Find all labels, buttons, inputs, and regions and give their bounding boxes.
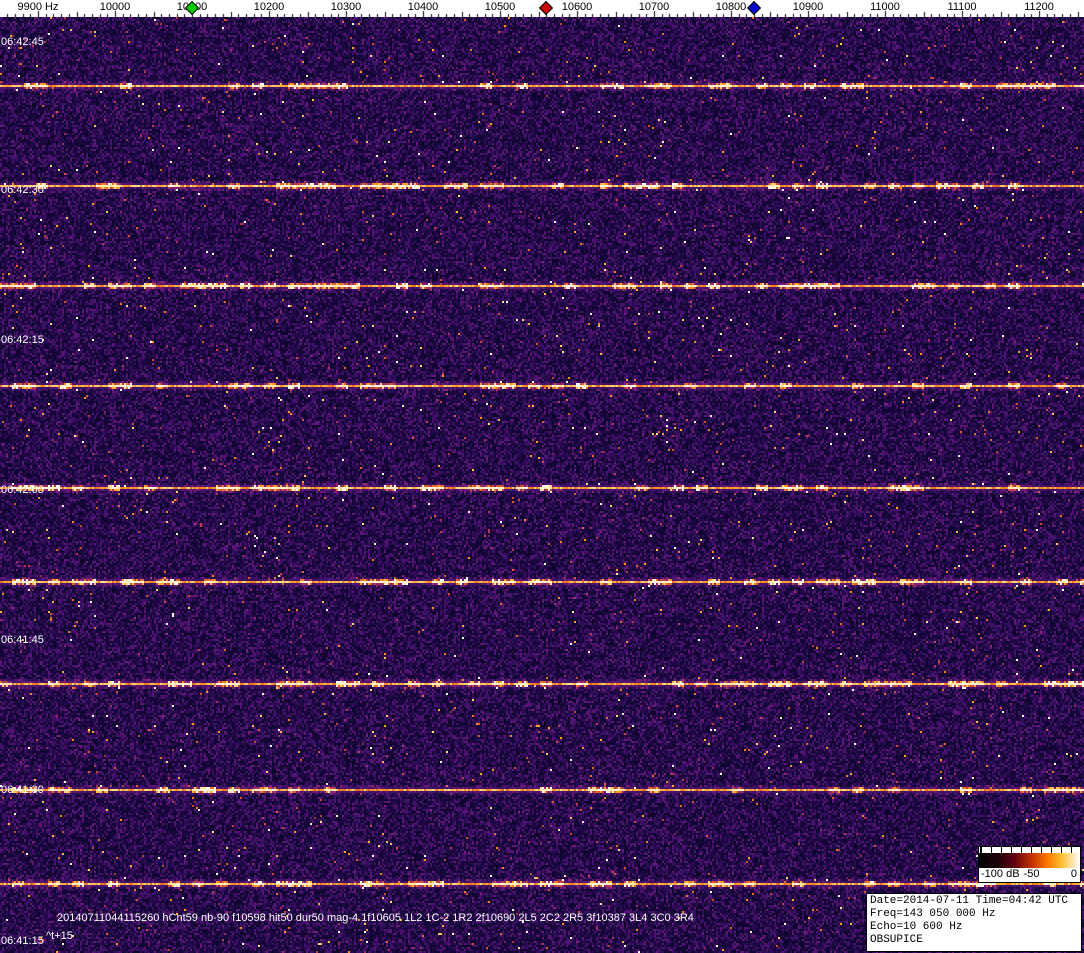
spectrogram-area[interactable] xyxy=(0,17,1084,953)
db-scale-gradient xyxy=(979,853,1080,868)
freq-tick-label: 10900 xyxy=(792,1,824,13)
freq-tick-label: 10300 xyxy=(330,1,362,13)
db-scale-min-label: -100 dB xyxy=(981,868,1020,880)
info-line: Echo=10 600 Hz xyxy=(870,921,963,933)
freq-tick-label: 10400 xyxy=(407,1,439,13)
db-scale-max-label: 0 xyxy=(1070,868,1077,880)
freq-tick-label: 10000 xyxy=(99,1,131,13)
frequency-ruler: 9900 Hz100001010010200103001040010500106… xyxy=(0,0,1084,17)
spectrogram-canvas[interactable] xyxy=(0,17,1084,953)
info-line: Freq=143 050 000 Hz xyxy=(870,908,996,920)
freq-tick-label: 10600 xyxy=(561,1,593,13)
observation-info-box: Date=2014-07-11 Time=04:42 UTC Freq=143 0… xyxy=(866,893,1082,952)
freq-tick-label: 10200 xyxy=(253,1,285,13)
freq-tick-label: 10500 xyxy=(484,1,516,13)
info-line: OBSUPICE xyxy=(870,934,923,946)
freq-tick-label: 11000 xyxy=(870,1,900,13)
freq-tick-label: 11100 xyxy=(947,1,977,13)
freq-tick-label: 11200 xyxy=(1024,1,1054,13)
db-color-scale: -100 dB -50 0 xyxy=(978,846,1081,883)
freq-tick-label: 10800 xyxy=(715,1,747,13)
freq-tick-label: 10700 xyxy=(638,1,670,13)
db-scale-mid-label: -50 xyxy=(1023,868,1040,880)
db-scale-labels: -100 dB -50 0 xyxy=(979,868,1080,882)
freq-tick-label: 9900 Hz xyxy=(17,1,59,13)
info-line: Date=2014-07-11 Time=04:42 UTC xyxy=(870,895,1069,907)
